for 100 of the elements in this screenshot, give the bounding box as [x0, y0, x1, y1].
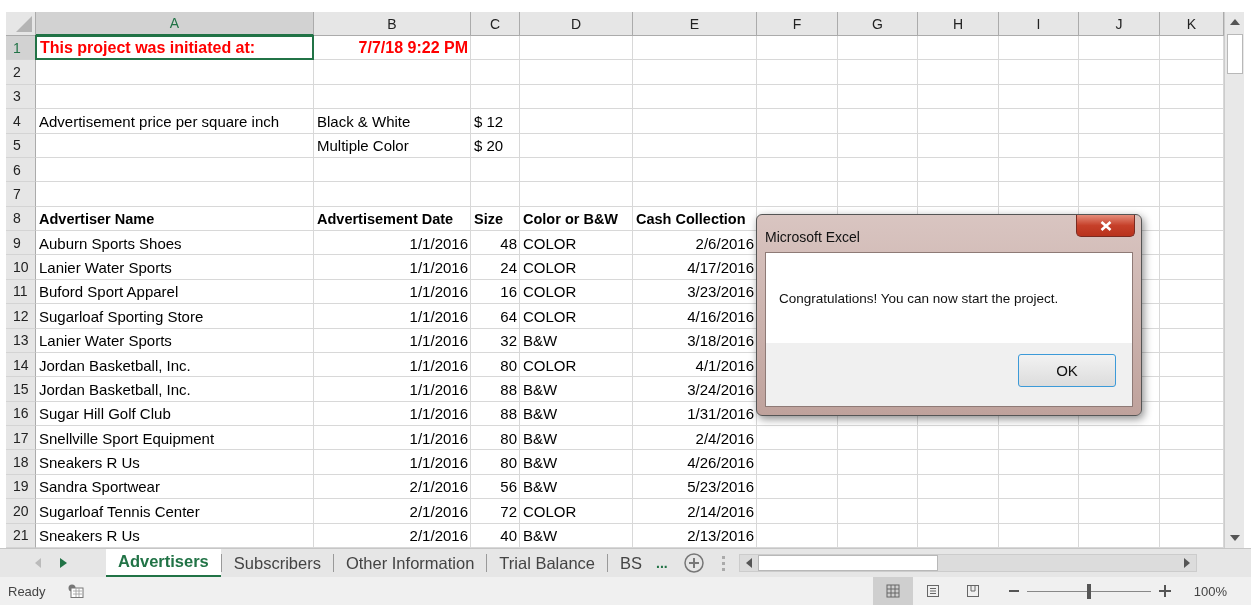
row-header[interactable]: 6 — [6, 157, 36, 183]
column-header[interactable]: B — [314, 12, 471, 36]
table-cell-text: Sugar Hill Golf Club — [38, 404, 172, 425]
view-button[interactable] — [873, 577, 913, 605]
table-cell-text: COLOR — [522, 501, 578, 522]
table-cell-text: 4/26/2016 — [686, 453, 755, 474]
column-header[interactable]: I — [999, 12, 1079, 36]
close-icon — [1099, 220, 1112, 231]
row-header[interactable]: 10 — [6, 255, 36, 280]
scroll-thumb[interactable] — [757, 555, 938, 571]
table-cell-text: Jordan Basketball, Inc. — [38, 355, 192, 376]
ok-button[interactable]: OK — [1018, 354, 1116, 387]
close-button[interactable] — [1076, 215, 1135, 237]
table-cell-text: 40 — [499, 526, 518, 547]
next-sheet-icon[interactable] — [60, 558, 67, 568]
table-cell-text: 1/1/2016 — [408, 331, 469, 352]
table-cell-text: Lanier Water Sports — [38, 258, 173, 279]
sheet-tab[interactable]: Advertisers — [106, 548, 221, 577]
table-cell-text: 2/13/2016 — [686, 526, 755, 547]
row-header[interactable]: 20 — [6, 499, 36, 524]
table-cell-text: 48 — [499, 233, 518, 254]
table-cell-text: B&W — [522, 428, 559, 449]
row-header[interactable]: 17 — [6, 426, 36, 451]
more-tabs-button[interactable]: ... — [654, 555, 676, 571]
row-header[interactable]: 1 — [6, 36, 36, 61]
row-header[interactable]: 9 — [6, 231, 36, 256]
row-header[interactable]: 19 — [6, 474, 36, 500]
zoom-in-icon[interactable] — [1159, 585, 1171, 597]
table-cell-text: $ 20 — [473, 136, 505, 157]
table-cell-text: 2/14/2016 — [686, 501, 755, 522]
row-header[interactable]: 15 — [6, 377, 36, 402]
macro-recording-icon[interactable] — [67, 584, 84, 598]
table-cell-text: Snellville Sport Equipment — [38, 428, 216, 449]
table-cell-text: 1/1/2016 — [408, 258, 469, 279]
table-cell-text: 3/23/2016 — [686, 282, 755, 303]
table-cell-text: 1/1/2016 — [408, 355, 469, 376]
table-cell-text: Sugarloaf Tennis Center — [38, 501, 201, 522]
table-cell: This project was initiated at: — [35, 35, 314, 61]
table-cell-text: COLOR — [522, 282, 578, 303]
row-header[interactable]: 13 — [6, 328, 36, 353]
table-cell-text: 4/16/2016 — [686, 306, 755, 327]
table-cell-text: Advertisement Date — [316, 209, 455, 229]
sheet-tab[interactable]: Other Information — [333, 549, 487, 577]
row-header[interactable]: 5 — [6, 133, 36, 158]
sheet-tab[interactable]: Trial Balance — [487, 549, 607, 577]
scroll-up-icon[interactable] — [1228, 18, 1241, 26]
row-header[interactable]: 4 — [6, 109, 36, 134]
table-cell-text: Lanier Water Sports — [38, 331, 173, 352]
add-sheet-icon[interactable] — [683, 553, 704, 573]
column-header[interactable]: F — [757, 12, 838, 36]
row-header[interactable]: 12 — [6, 304, 36, 329]
column-header[interactable]: J — [1079, 12, 1160, 36]
zoom-level[interactable]: 100% — [1177, 583, 1251, 599]
column-header[interactable]: G — [838, 12, 918, 36]
table-cell-text: 7/7/18 9:22 PM — [357, 38, 469, 59]
table-cell-text: 1/1/2016 — [408, 428, 469, 449]
table-cell-text: 2/1/2016 — [408, 477, 469, 498]
column-header[interactable]: H — [918, 12, 999, 36]
horizontal-scrollbar[interactable] — [738, 554, 1197, 572]
table-cell-text: 80 — [499, 428, 518, 449]
table-cell-text: 5/23/2016 — [686, 477, 755, 498]
table-cell-text: B&W — [522, 477, 559, 498]
column-header[interactable]: C — [471, 12, 520, 36]
scroll-thumb[interactable] — [1226, 34, 1243, 74]
row-header[interactable]: 7 — [6, 182, 36, 207]
slider-thumb[interactable] — [1087, 583, 1091, 599]
table-cell-text: Advertiser Name — [38, 209, 156, 229]
row-header[interactable]: 16 — [6, 401, 36, 426]
scroll-right-icon[interactable] — [1182, 557, 1191, 569]
row-header[interactable]: 8 — [6, 206, 36, 231]
table-cell-text: B&W — [522, 404, 559, 425]
table-cell-text: 3/18/2016 — [686, 331, 755, 352]
table-cell-text: $ 12 — [473, 111, 505, 132]
row-header[interactable]: 21 — [6, 523, 36, 548]
table-cell-text: 80 — [499, 355, 518, 376]
table-cell-text: 2/1/2016 — [408, 501, 469, 522]
table-cell-text: Sugarloaf Sporting Store — [38, 306, 205, 327]
sheet-tab[interactable]: Subscribers — [221, 549, 333, 577]
table-cell-text: 4/1/2016 — [694, 355, 755, 376]
vertical-scrollbar[interactable] — [1224, 12, 1244, 548]
column-header[interactable]: E — [633, 12, 757, 36]
table-cell-text: 88 — [499, 404, 518, 425]
scroll-down-icon[interactable] — [1228, 534, 1241, 542]
page-break-icon — [966, 584, 980, 598]
dialog-title: Microsoft Excel — [765, 227, 860, 245]
row-header[interactable]: 18 — [6, 450, 36, 475]
column-header[interactable]: D — [520, 12, 633, 36]
row-header[interactable]: 2 — [6, 60, 36, 85]
row-header[interactable]: 14 — [6, 352, 36, 378]
status-text: Ready — [8, 583, 46, 599]
column-header[interactable]: A — [36, 12, 314, 36]
column-header[interactable]: K — [1160, 12, 1224, 36]
scroll-left-icon[interactable] — [744, 557, 753, 569]
sheet-tab[interactable]: BS — [608, 549, 655, 577]
table-cell-text: 16 — [499, 282, 518, 303]
row-header[interactable]: 11 — [6, 279, 36, 305]
table-cell-text: Jordan Basketball, Inc. — [38, 379, 192, 400]
table-cell-text: 24 — [499, 258, 518, 279]
row-header[interactable]: 3 — [6, 84, 36, 110]
table-cell-text: 80 — [499, 453, 518, 474]
